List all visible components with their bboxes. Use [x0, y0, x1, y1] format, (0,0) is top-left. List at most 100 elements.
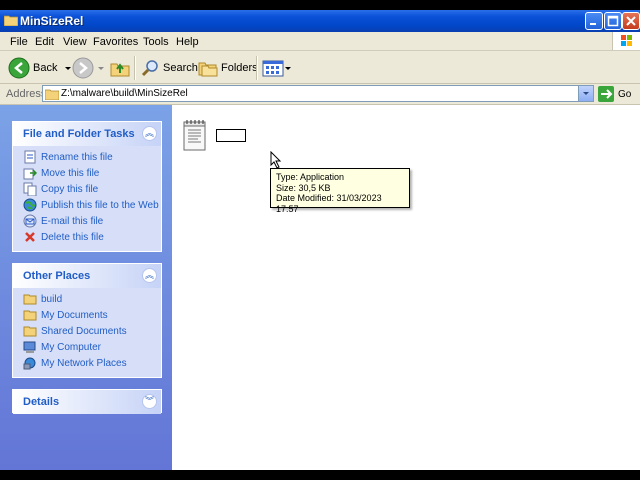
menu-bar: File Edit View Favorites Tools Help: [0, 32, 640, 51]
file-item[interactable]: [182, 119, 208, 156]
rename-icon: [24, 150, 36, 164]
expand-icon[interactable]: ︾: [142, 394, 157, 409]
menu-favorites[interactable]: Favorites: [93, 36, 138, 48]
menu-view[interactable]: View: [63, 36, 87, 48]
up-folder-icon: [110, 63, 130, 77]
address-value: Z:\malware\build\MinSizeRel: [61, 88, 188, 99]
collapse-icon[interactable]: ︽: [142, 268, 157, 283]
views-icon: [262, 60, 284, 77]
chevron-down-icon: [583, 92, 589, 95]
windows-logo: [612, 32, 640, 50]
menu-edit[interactable]: Edit: [35, 36, 54, 48]
rename-input[interactable]: [216, 129, 246, 142]
place-label: build: [41, 293, 63, 305]
maximize-button[interactable]: [604, 12, 622, 30]
address-bar: Address Z:\malware\build\MinSizeRel Go: [0, 84, 640, 105]
file-view[interactable]: Type: Application Size: 30,5 KB Date Mod…: [172, 105, 640, 470]
address-input[interactable]: Z:\malware\build\MinSizeRel: [42, 85, 594, 102]
search-icon: [141, 60, 158, 77]
place-shared-documents[interactable]: Shared Documents: [23, 324, 127, 338]
task-label: Publish this file to the Web: [41, 199, 159, 211]
file-tasks-header[interactable]: File and Folder Tasks ︽: [13, 122, 161, 146]
chevron-down-icon[interactable]: [284, 63, 292, 73]
details-header[interactable]: Details ︾: [13, 390, 161, 414]
windows-flag-icon: [621, 35, 632, 46]
up-folder-button[interactable]: [110, 57, 130, 79]
place-label: My Network Places: [41, 357, 127, 369]
collapse-icon[interactable]: ︽: [142, 126, 157, 141]
tooltip-size: Size: 30,5 KB: [276, 182, 331, 193]
place-build[interactable]: build: [23, 292, 62, 306]
forward-button[interactable]: [72, 57, 106, 79]
task-pane: File and Folder Tasks ︽ Rename this file…: [0, 105, 172, 470]
place-label: My Computer: [41, 341, 102, 353]
go-button[interactable]: Go: [598, 86, 631, 102]
go-label: Go: [618, 88, 632, 100]
delete-icon: [25, 232, 35, 242]
task-copy[interactable]: Copy this file: [23, 182, 98, 196]
views-button[interactable]: [262, 57, 292, 79]
maximize-icon: [607, 15, 619, 27]
computer-icon: [23, 341, 36, 353]
window-title: MinSizeRel: [20, 14, 84, 28]
tooltip-type: Type: Application: [276, 172, 345, 182]
task-label: Rename this file: [41, 151, 113, 163]
task-label: Move this file: [41, 167, 100, 179]
task-publish[interactable]: Publish this file to the Web: [23, 198, 159, 212]
task-label: Delete this file: [41, 231, 104, 243]
folder-icon: [4, 15, 18, 26]
place-my-computer[interactable]: My Computer: [23, 340, 101, 354]
task-rename[interactable]: Rename this file: [23, 150, 113, 164]
screen: MinSizeRel File Edit View Favorites Tool…: [0, 0, 640, 480]
menu-file[interactable]: File: [10, 36, 28, 48]
forward-arrow-icon: [72, 57, 94, 79]
folders-icon: [198, 62, 218, 77]
place-label: Shared Documents: [41, 325, 127, 337]
file-tasks-title: File and Folder Tasks: [23, 128, 135, 140]
network-icon: [23, 357, 36, 370]
explorer-window: MinSizeRel File Edit View Favorites Tool…: [0, 10, 640, 470]
place-my-network[interactable]: My Network Places: [23, 356, 127, 370]
folder-icon: [23, 326, 37, 337]
toolbar: Back Search Folders: [0, 51, 640, 84]
chevron-down-icon[interactable]: [96, 63, 106, 73]
address-label: Address: [6, 88, 47, 100]
other-places-header[interactable]: Other Places ︽: [13, 264, 161, 288]
go-arrow-icon: [598, 86, 614, 102]
close-icon: [626, 16, 636, 26]
folders-button[interactable]: Folders: [198, 57, 258, 79]
toolbar-separator: [256, 56, 258, 80]
menu-help[interactable]: Help: [176, 36, 199, 48]
minimize-icon: [590, 23, 596, 25]
task-email[interactable]: E-mail this file: [23, 214, 103, 228]
file-tasks-panel: File and Folder Tasks ︽ Rename this file…: [12, 121, 162, 252]
place-my-documents[interactable]: My Documents: [23, 308, 108, 322]
task-move[interactable]: Move this file: [23, 166, 99, 180]
task-label: Copy this file: [41, 183, 99, 195]
folder-icon: [23, 294, 37, 305]
address-dropdown-button[interactable]: [578, 86, 593, 101]
folder-icon: [23, 310, 37, 321]
mouse-cursor-icon: [270, 151, 282, 169]
search-label: Search: [163, 62, 198, 74]
minimize-button[interactable]: [585, 12, 603, 30]
other-places-panel: Other Places ︽ build My Documents Shared…: [12, 263, 162, 378]
globe-icon: [23, 198, 37, 212]
title-bar[interactable]: MinSizeRel: [0, 10, 640, 32]
other-places-title: Other Places: [23, 270, 91, 282]
back-label: Back: [33, 62, 58, 74]
details-panel: Details ︾: [12, 389, 162, 414]
details-title: Details: [23, 396, 60, 408]
back-button[interactable]: Back: [8, 57, 73, 79]
close-button[interactable]: [622, 12, 640, 30]
back-arrow-icon: [8, 57, 30, 79]
search-button[interactable]: Search: [140, 57, 198, 79]
file-tooltip: Type: Application Size: 30,5 KB Date Mod…: [270, 168, 410, 214]
task-label: E-mail this file: [41, 215, 104, 227]
task-delete[interactable]: Delete this file: [23, 230, 104, 244]
email-icon: [23, 214, 37, 228]
folders-label: Folders: [221, 62, 258, 74]
application-file-icon: [183, 120, 206, 151]
folder-icon: [45, 89, 59, 100]
menu-tools[interactable]: Tools: [143, 36, 169, 48]
